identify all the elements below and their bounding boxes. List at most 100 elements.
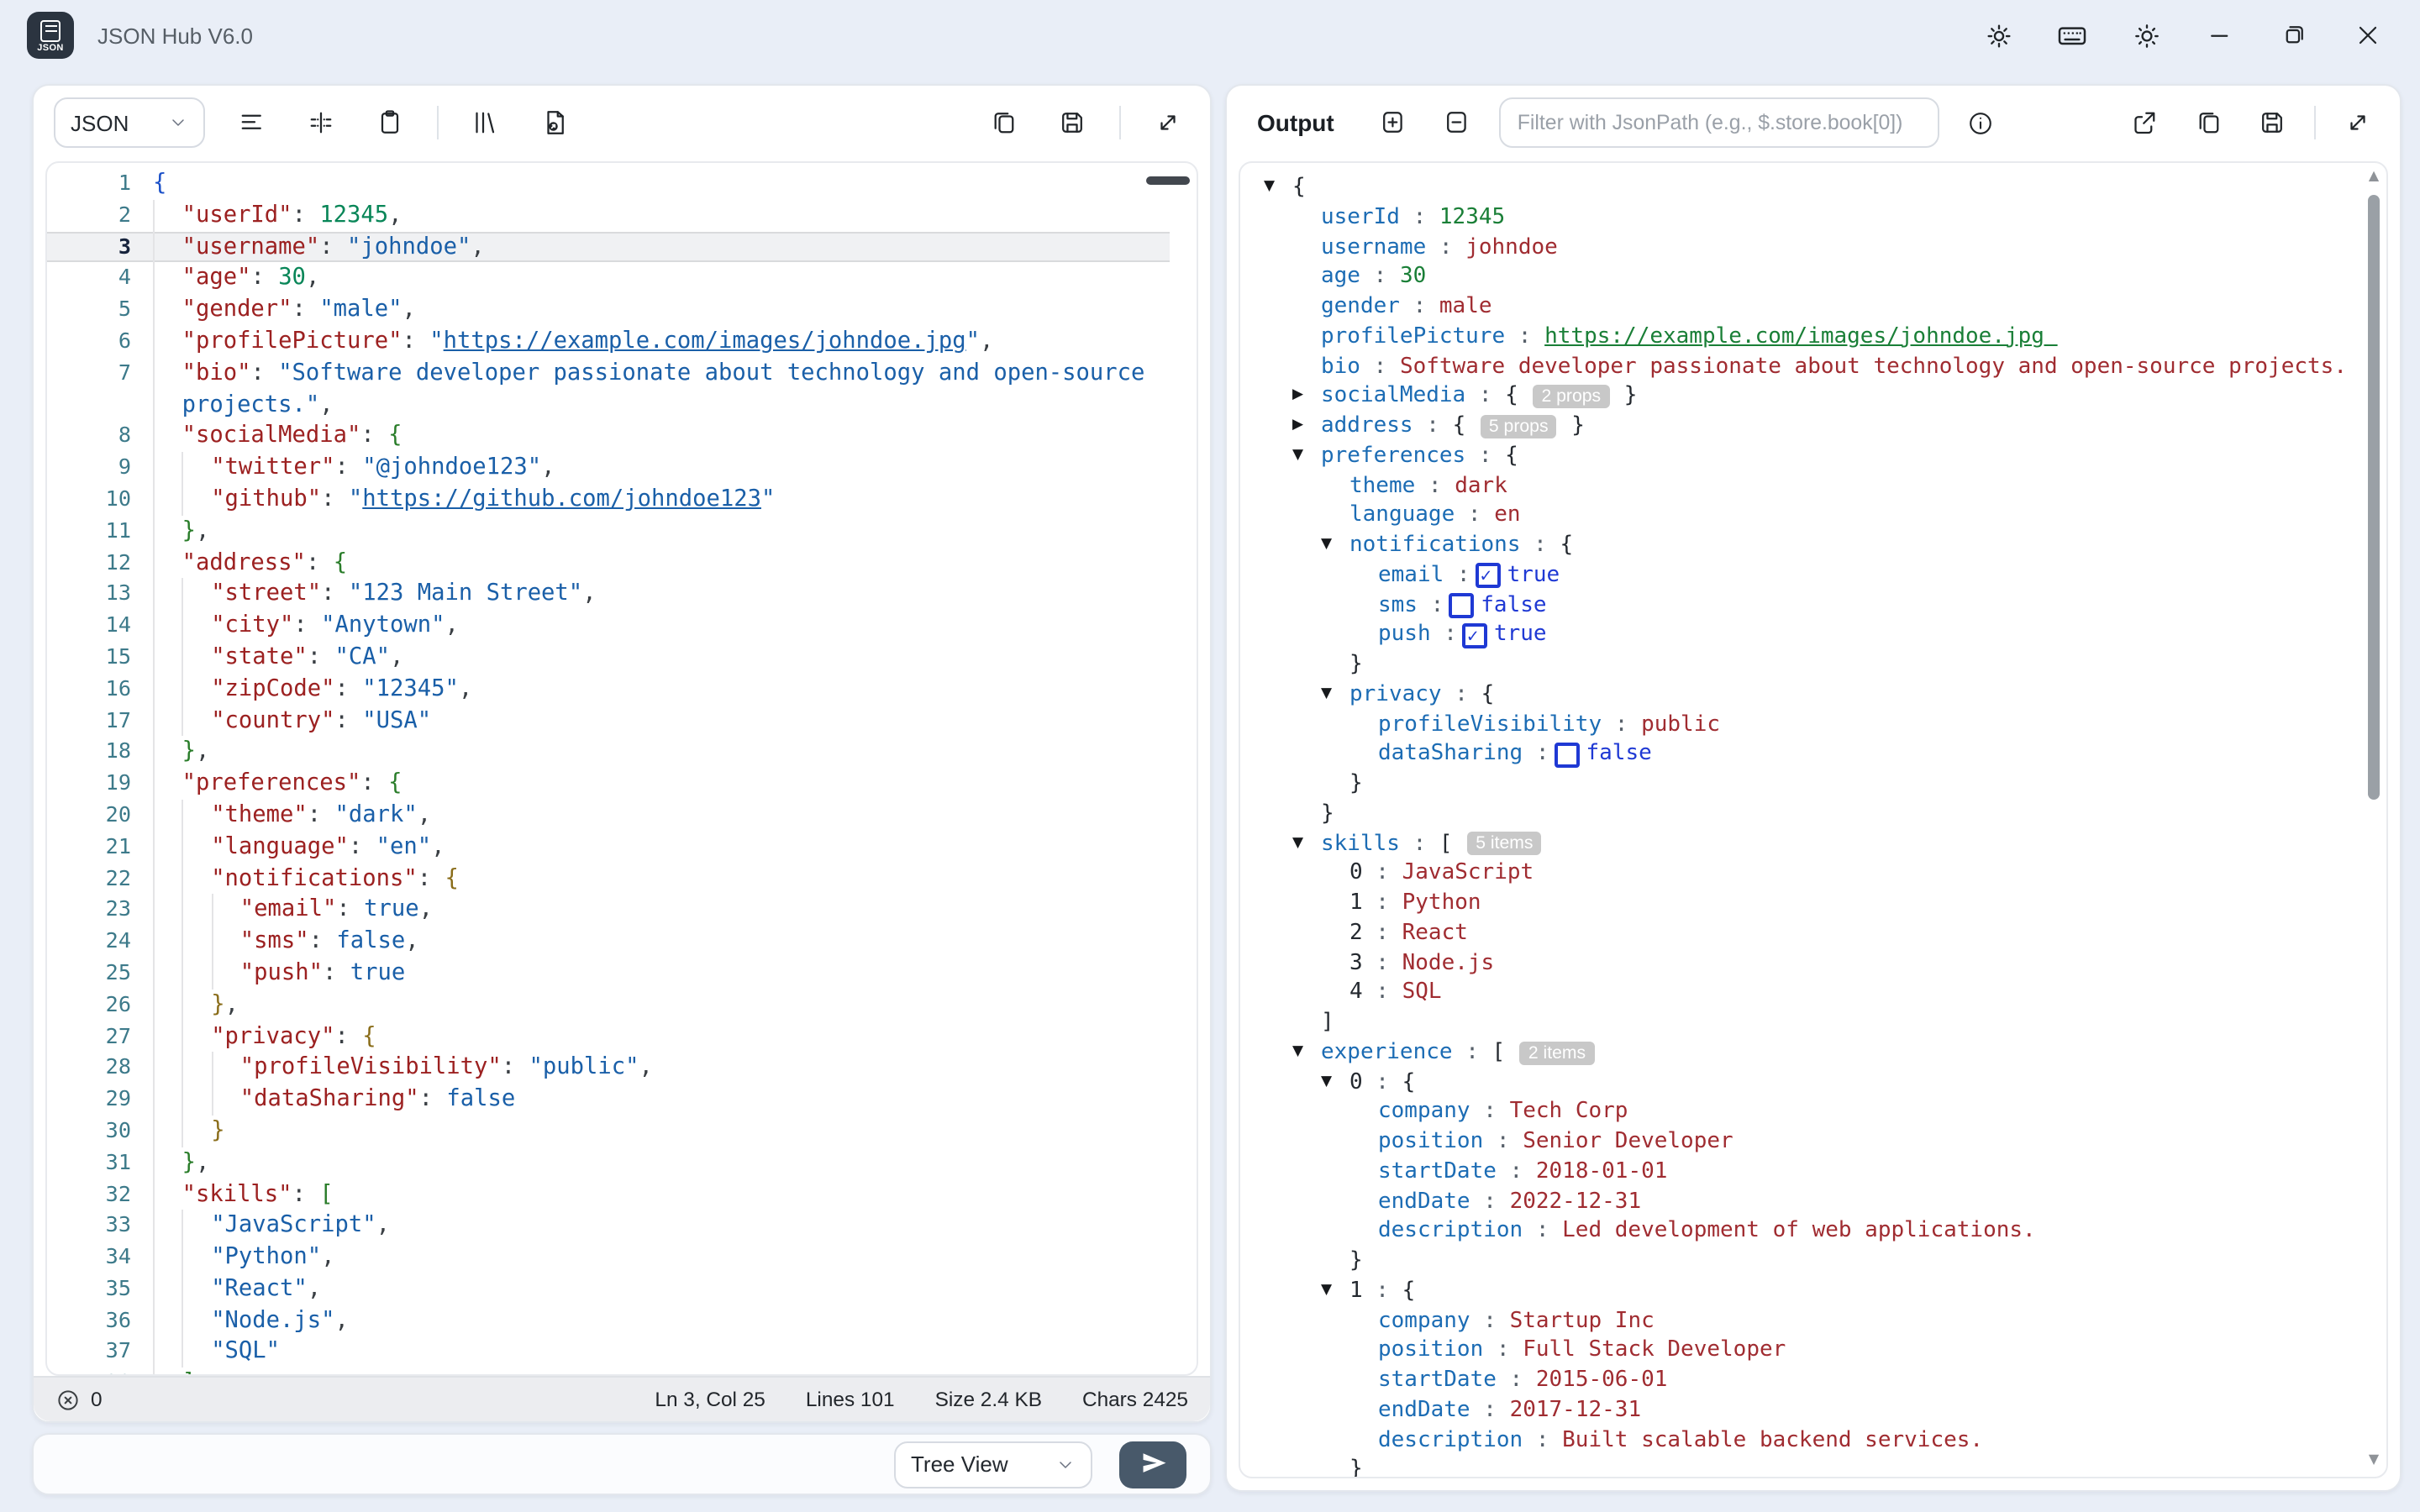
indent-guide (182, 863, 212, 895)
indent-guide (182, 958, 212, 990)
tree-row: gender : male (1240, 292, 2360, 323)
error-count-icon (55, 1387, 81, 1412)
scroll-down-icon[interactable]: ▼ (2369, 1450, 2379, 1470)
indent-guide (182, 1305, 212, 1336)
tree-row: 4 : SQL (1240, 979, 2360, 1009)
code-line: 28"profileVisibility": "public", (47, 1053, 1170, 1084)
code-line: 37"SQL" (47, 1336, 1170, 1368)
collapse-arrow-icon[interactable]: ▼ (1292, 1038, 1321, 1068)
compress-button[interactable] (299, 101, 343, 144)
tree-scrollbar[interactable]: ▲ ▼ (2363, 166, 2385, 1473)
view-controls: Tree View (32, 1433, 1212, 1495)
minus-square-icon (1442, 108, 1472, 138)
line-number: 32 (47, 1179, 153, 1210)
indent-guide (153, 768, 182, 800)
tree-row: ▼privacy : { (1240, 680, 2360, 711)
app-window: JSON JSON Hub V6.0 (0, 0, 2420, 1512)
line-number: 17 (47, 705, 153, 737)
collapse-all-button[interactable] (1435, 101, 1479, 144)
close-button[interactable] (2339, 10, 2396, 60)
paste-button[interactable] (368, 101, 412, 144)
expand-arrow-icon[interactable]: ▶ (1292, 412, 1321, 442)
run-button[interactable] (1119, 1441, 1186, 1488)
line-number: 31 (47, 1147, 153, 1179)
checkbox-unchecked-icon (1449, 593, 1474, 618)
send-icon (1139, 1450, 1167, 1478)
collapse-arrow-icon[interactable]: ▼ (1321, 1068, 1349, 1098)
tree-row: profilePicture : https://example.com/ima… (1240, 323, 2360, 353)
editor-scrollbar-thumb[interactable] (1146, 176, 1190, 185)
line-count: Lines 101 (806, 1388, 895, 1411)
format-select[interactable]: JSON (54, 97, 205, 148)
view-mode-select[interactable]: Tree View (894, 1441, 1092, 1488)
indent-guide (182, 831, 212, 863)
filter-info-button[interactable] (1960, 101, 2003, 144)
expand-all-button[interactable] (1371, 101, 1415, 144)
code-line: 13"street": "123 Main Street", (47, 579, 1170, 611)
expand-arrow-icon[interactable]: ▶ (1292, 382, 1321, 412)
tree-row: sms :false (1240, 591, 2360, 621)
expand-editor-button[interactable] (1146, 101, 1190, 144)
line-number: 29 (47, 1084, 153, 1116)
keyboard-icon (2055, 18, 2089, 52)
line-number: 15 (47, 642, 153, 674)
scroll-up-icon[interactable]: ▲ (2369, 166, 2379, 186)
indent-guide (182, 484, 212, 516)
line-number: 6 (47, 326, 153, 358)
save-output-button[interactable] (2250, 101, 2294, 144)
indent-guide (182, 1336, 212, 1368)
indent-guide (153, 1336, 182, 1368)
save-icon (2257, 108, 2287, 138)
code-line: 23"email": true, (47, 895, 1170, 927)
tree-row: } (1240, 1456, 2360, 1479)
line-number: 26 (47, 989, 153, 1021)
jsonpath-filter-input[interactable] (1499, 97, 1939, 148)
code-line: 1{ (47, 168, 1170, 200)
indent-guide (153, 926, 182, 958)
save-input-button[interactable] (1050, 101, 1094, 144)
line-number: 14 (47, 610, 153, 642)
indent-guide (182, 705, 212, 737)
maximize-button[interactable] (2265, 10, 2323, 60)
copy-output-button[interactable] (2186, 101, 2230, 144)
indent-guide (182, 800, 212, 832)
tree-row: ▼{ (1240, 173, 2360, 203)
settings-button[interactable] (1970, 10, 2027, 60)
collapse-arrow-icon[interactable]: ▼ (1292, 829, 1321, 859)
format-document-button[interactable] (230, 101, 274, 144)
expand-output-button[interactable] (2336, 101, 2380, 144)
collapse-arrow-icon[interactable]: ▼ (1321, 680, 1349, 711)
plus-square-icon (1378, 108, 1408, 138)
indent-guide (153, 1273, 182, 1305)
indent-guide (153, 389, 182, 421)
tree-row: ▼1 : { (1240, 1277, 2360, 1307)
tree-scrollbar-thumb[interactable] (2368, 195, 2380, 800)
tree-row: 0 : JavaScript (1240, 859, 2360, 890)
indent-guide (182, 642, 212, 674)
collapse-arrow-icon[interactable]: ▼ (1321, 531, 1349, 561)
view-mode-value: Tree View (911, 1452, 1008, 1477)
collapse-arrow-icon[interactable]: ▼ (1264, 173, 1292, 203)
title-bar: JSON JSON Hub V6.0 (0, 0, 2420, 71)
load-file-button[interactable] (533, 101, 576, 144)
tree-row: dataSharing :false (1240, 740, 2360, 770)
library-button[interactable] (464, 101, 508, 144)
keyboard-shortcuts-button[interactable] (2044, 10, 2101, 60)
code-line: 21"language": "en", (47, 831, 1170, 863)
code-line: 35"React", (47, 1273, 1170, 1305)
collapse-arrow-icon[interactable]: ▼ (1321, 1277, 1349, 1307)
tree-row: ▶socialMedia : { 2 props } (1240, 382, 2360, 412)
collapse-arrow-icon[interactable]: ▼ (1292, 442, 1321, 472)
code-line: 32"skills": [ (47, 1179, 1170, 1210)
minimize-button[interactable] (2191, 10, 2249, 60)
code-editor[interactable]: 1{2"userId": 12345,3"username": "johndoe… (45, 161, 1198, 1376)
tree-row: description : Built scalable backend ser… (1240, 1425, 2360, 1456)
copy-input-button[interactable] (981, 101, 1025, 144)
theme-toggle-button[interactable] (2118, 10, 2175, 60)
copy-icon (2193, 108, 2223, 138)
line-number: 25 (47, 958, 153, 990)
share-output-button[interactable] (2123, 101, 2166, 144)
code-line: 15"state": "CA", (47, 642, 1170, 674)
tree-row: ▼skills : [ 5 items (1240, 829, 2360, 859)
restore-icon (2279, 20, 2309, 50)
